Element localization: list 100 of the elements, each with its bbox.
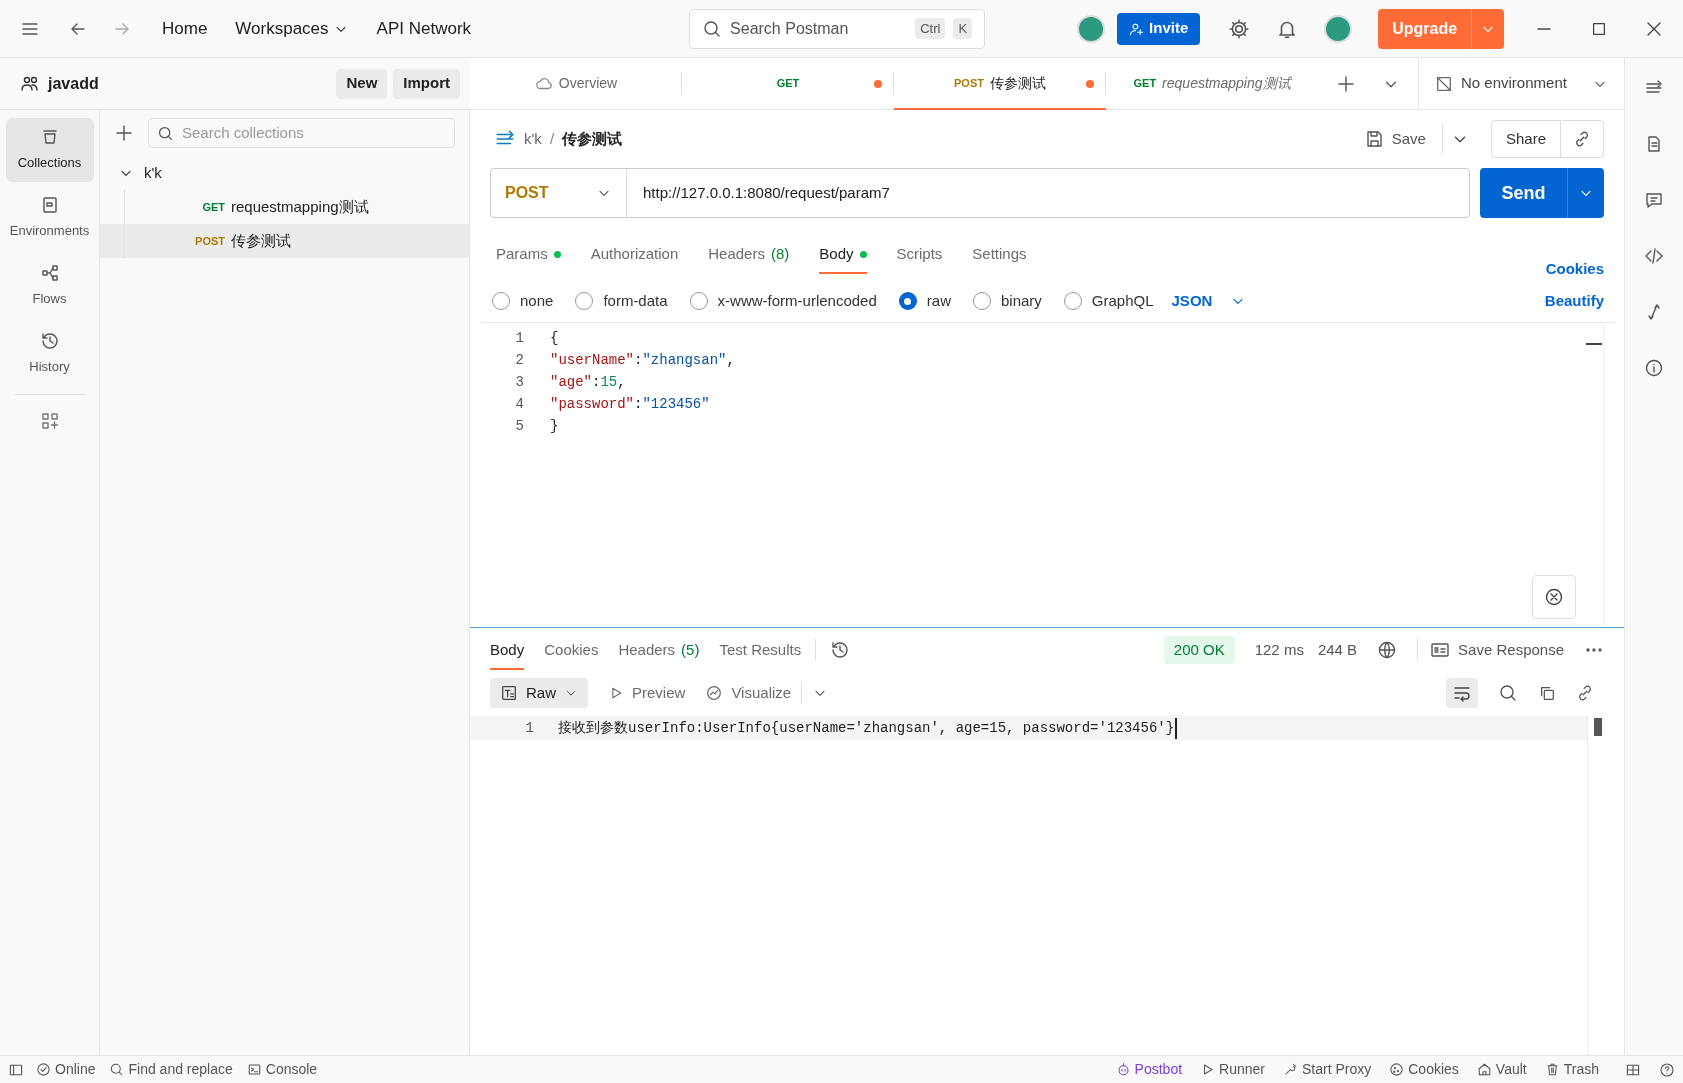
history-icon xyxy=(39,331,60,352)
line-number: 2 xyxy=(514,350,524,370)
request-option-tab[interactable]: Settings xyxy=(972,234,1027,274)
settings-icon[interactable] xyxy=(1228,17,1251,40)
search-field[interactable]: Search Postman Ctrl K xyxy=(689,8,986,49)
cookies-link[interactable]: Cookies xyxy=(1545,257,1604,280)
body-type-radio[interactable]: raw xyxy=(898,289,951,313)
collection-item[interactable]: k'k xyxy=(100,156,469,190)
response-tab[interactable]: Headers (5) xyxy=(618,630,700,670)
sidebar-tab[interactable]: Flows xyxy=(5,254,94,318)
body-type-radio[interactable]: GraphQL xyxy=(1063,289,1154,313)
sidebar-tab[interactable]: Collections xyxy=(5,118,94,182)
example-icon xyxy=(1430,640,1451,660)
status-bar-item[interactable]: Find and replace xyxy=(109,1059,233,1080)
status-bar-item[interactable]: Cookies xyxy=(1389,1059,1459,1080)
search-icon[interactable] xyxy=(1498,683,1518,703)
shortcut-key: K xyxy=(953,17,973,40)
code-line: "password":"123456" xyxy=(550,394,710,414)
status-bar-item[interactable]: Trash xyxy=(1544,1059,1599,1080)
visualize-button[interactable]: Visualize xyxy=(705,681,792,705)
help-icon[interactable] xyxy=(1659,1061,1675,1078)
invite-button[interactable]: Invite xyxy=(1117,12,1201,45)
scrollbar-thumb[interactable] xyxy=(1594,718,1602,736)
request-tab[interactable]: GET xyxy=(682,58,894,109)
nav-link[interactable]: API Network xyxy=(376,15,472,42)
request-option-tab[interactable]: Scripts xyxy=(896,234,943,274)
workspace-name: javadd xyxy=(48,73,100,94)
view-mode-select[interactable]: Raw xyxy=(490,678,588,708)
request-option-tab[interactable]: Body xyxy=(819,234,867,274)
status-bar-item[interactable]: Online xyxy=(36,1059,96,1080)
status-bar-item[interactable]: Vault xyxy=(1476,1059,1527,1080)
request-tab[interactable]: POST 传参测试 xyxy=(894,58,1106,109)
scrollbar-thumb[interactable] xyxy=(1586,343,1602,345)
response-tab[interactable]: Cookies xyxy=(544,630,599,670)
history-icon[interactable] xyxy=(830,640,851,660)
no-environment-icon xyxy=(1435,74,1453,93)
breadcrumb-item[interactable]: k'k xyxy=(524,127,542,151)
format-select[interactable]: JSON xyxy=(1171,289,1247,313)
flows-icon xyxy=(39,263,60,284)
code-icon[interactable] xyxy=(1644,246,1664,266)
request-option-tab[interactable]: Params xyxy=(496,234,561,274)
body-type-radio[interactable]: x-www-form-urlencoded xyxy=(689,289,877,313)
link-icon[interactable] xyxy=(1576,684,1594,702)
sidebar-tab[interactable]: Environments xyxy=(5,186,94,250)
raw-icon xyxy=(500,684,518,702)
line-number: 4 xyxy=(514,394,524,414)
header-button[interactable]: Import xyxy=(393,68,460,99)
avatar[interactable] xyxy=(1077,14,1106,43)
cookie-icon xyxy=(1389,1062,1405,1077)
check-icon xyxy=(36,1062,51,1077)
search-icon xyxy=(109,1062,125,1077)
add-apps-icon[interactable] xyxy=(39,411,60,431)
comment-icon[interactable] xyxy=(1644,190,1664,210)
request-item[interactable]: GET requestmapping测试 xyxy=(100,190,469,224)
code-line: "age":15, xyxy=(550,372,626,392)
response-tab[interactable]: Body xyxy=(490,630,525,670)
search-icon xyxy=(157,124,174,142)
status-bar-item[interactable]: Console xyxy=(246,1059,318,1080)
code-line: { xyxy=(550,328,559,348)
breadcrumb-item[interactable]: 传参测试 xyxy=(562,127,623,151)
status-bar-item[interactable]: Postbot xyxy=(1115,1059,1183,1080)
avatar[interactable] xyxy=(1324,14,1353,43)
response-tab[interactable]: Test Results xyxy=(719,630,802,670)
request-option-tab[interactable]: Authorization xyxy=(590,234,679,274)
status-bar-item[interactable]: Runner xyxy=(1200,1059,1265,1080)
link-icon[interactable] xyxy=(1573,130,1591,148)
assistant-button[interactable] xyxy=(1532,575,1576,619)
code-line: "userName":"zhangsan", xyxy=(550,350,735,370)
sidebar-tab[interactable]: History xyxy=(5,322,94,386)
body-type-radio[interactable]: binary xyxy=(972,289,1042,313)
save-response-button[interactable]: Save Response xyxy=(1417,638,1564,662)
code-line: } xyxy=(550,416,559,436)
line-number: 1 xyxy=(524,718,534,738)
request-option-tab[interactable]: Headers (8) xyxy=(708,234,790,274)
beautify-link[interactable]: Beautify xyxy=(1544,289,1604,313)
body-type-radio[interactable]: form-data xyxy=(575,289,668,313)
copy-icon[interactable] xyxy=(1538,684,1556,702)
shortcut-key: Ctrl xyxy=(915,17,946,40)
request-item[interactable]: POST 传参测试 xyxy=(100,224,469,258)
line-number: 5 xyxy=(514,416,524,436)
wrap-button[interactable] xyxy=(1446,678,1478,708)
response-time: 122 ms xyxy=(1254,639,1304,660)
line-number: 3 xyxy=(514,372,524,392)
body-type-radio[interactable]: none xyxy=(492,289,554,313)
add-icon[interactable] xyxy=(114,123,134,143)
save-button[interactable]: Save xyxy=(1355,127,1434,151)
nav-link[interactable]: Home xyxy=(162,15,208,42)
request-tab[interactable]: GET requestmapping测试 xyxy=(1106,58,1318,109)
header-button[interactable]: New xyxy=(336,68,388,99)
trash-icon xyxy=(1544,1062,1560,1077)
breadcrumb-separator: / xyxy=(549,128,555,149)
status-bar-item[interactable]: Start Proxy xyxy=(1283,1059,1372,1080)
preview-button[interactable]: Preview xyxy=(608,681,686,705)
globe-icon[interactable] xyxy=(1377,640,1398,660)
nav-link[interactable]: Workspaces xyxy=(235,15,349,42)
info-icon[interactable] xyxy=(1644,358,1664,378)
response-line: 接收到参数userInfo:UserInfo{userName='zhangsan', age=15, password='123456'} xyxy=(558,717,1178,739)
console-icon xyxy=(246,1062,262,1077)
request-tab[interactable]: Overview xyxy=(470,58,682,109)
add-tab-icon[interactable] xyxy=(1336,73,1356,94)
